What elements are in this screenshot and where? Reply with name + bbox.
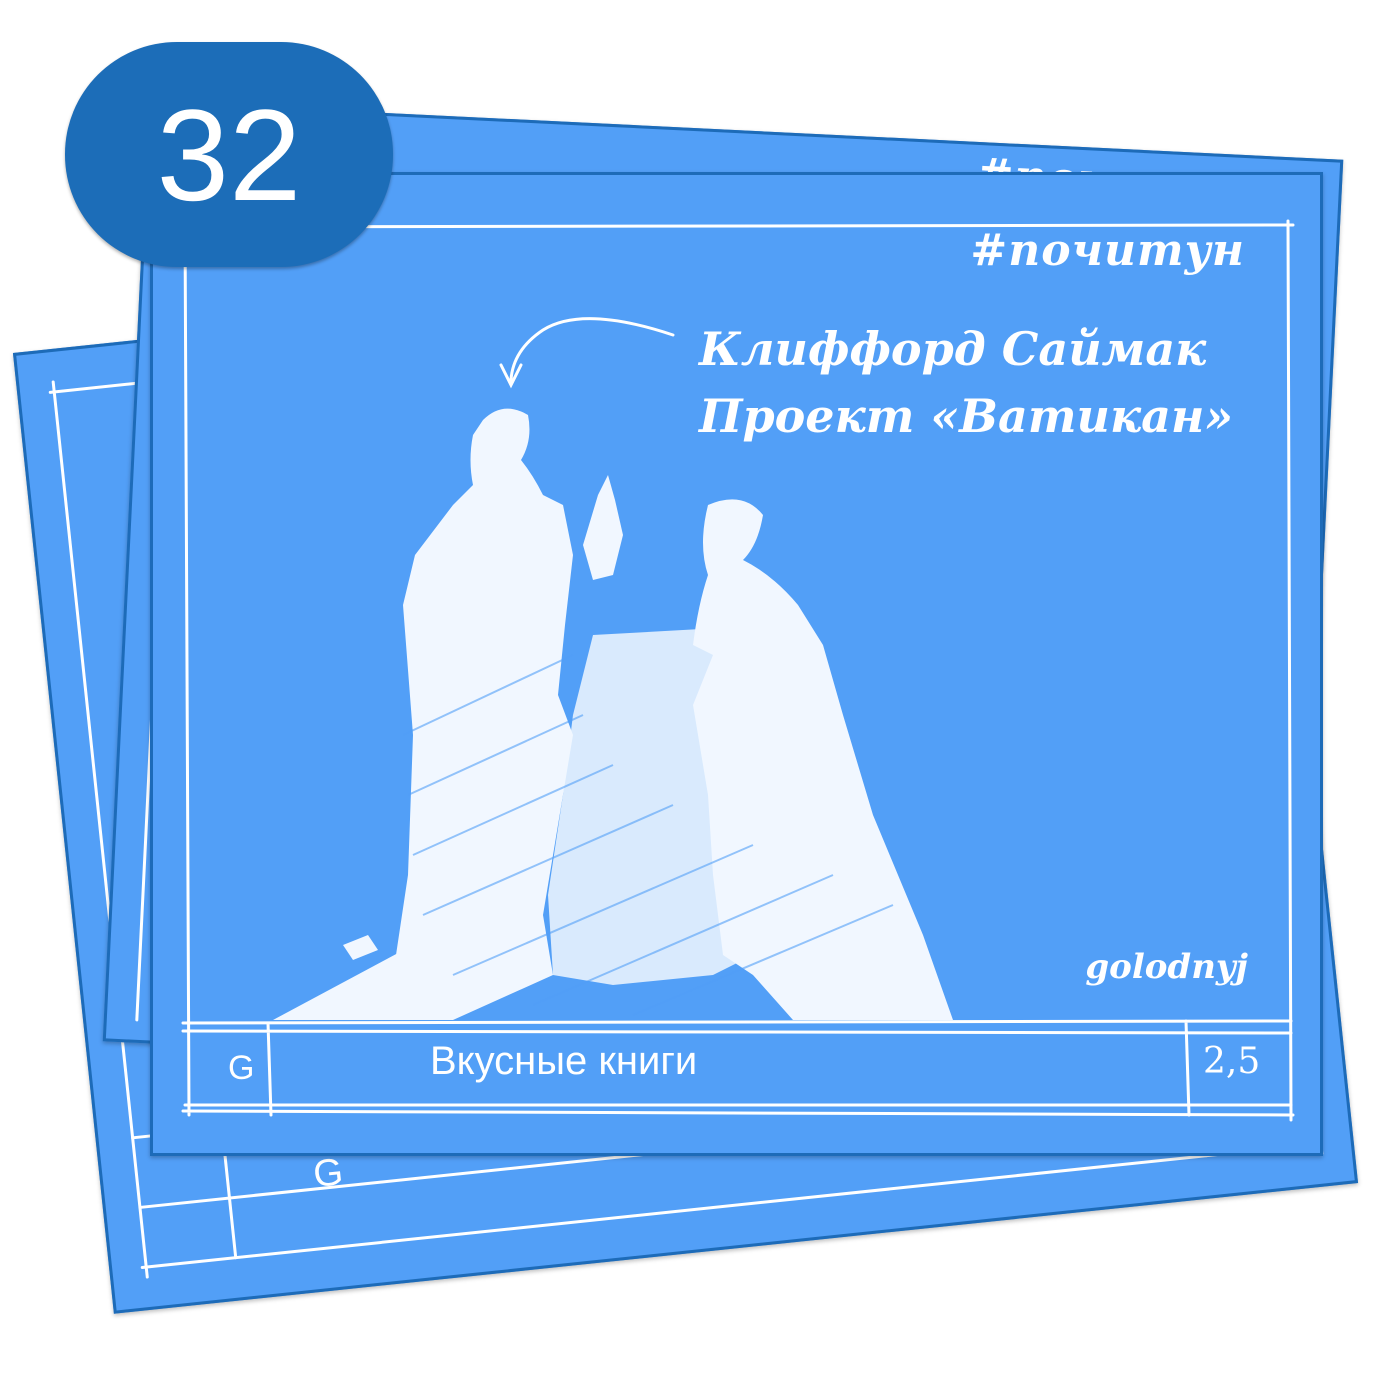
book-title: Проект «Ватикан» (699, 389, 1234, 443)
card-front: #почитун Клиффорд Саймак Проект «Ватикан… (150, 172, 1323, 1156)
issue-number: 32 (156, 81, 302, 228)
card-series-label: Вкусные книги (430, 1039, 698, 1083)
issue-number-badge: 32 (65, 42, 393, 267)
card-rating: 2,5 (1203, 1041, 1261, 1082)
artist-signature: golodnyj (1085, 947, 1248, 987)
illustration-figures-icon (273, 408, 953, 1020)
card-hashtag: #почитун (970, 225, 1245, 276)
book-author: Клиффорд Саймак (699, 322, 1207, 376)
card-category-letter: G (228, 1049, 255, 1087)
card-category-letter: G (311, 1151, 346, 1196)
